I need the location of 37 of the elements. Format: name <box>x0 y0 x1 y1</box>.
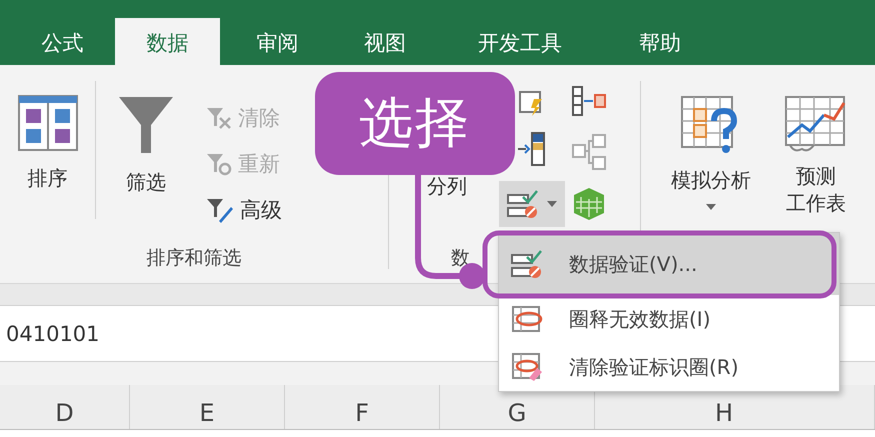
advanced-filter-button[interactable]: 高级 <box>206 187 282 233</box>
ribbon-tab[interactable]: 帮助 <box>605 18 715 65</box>
filter-button[interactable]: 筛选 <box>96 65 196 233</box>
dropdown-caret-icon <box>706 204 716 210</box>
data-validation-icon <box>511 249 543 279</box>
column-header[interactable]: E <box>130 385 285 429</box>
data-validation-button[interactable] <box>499 181 565 227</box>
menu-item[interactable]: 清除验证标识圈(R) <box>499 343 839 391</box>
funnel-icon <box>117 95 175 155</box>
ribbon-tab[interactable]: 公式 <box>10 18 115 65</box>
group-label: 排序和筛选 <box>146 246 242 271</box>
advanced-filter-icon <box>206 197 234 223</box>
clear-filter-icon <box>206 106 232 130</box>
caret-icon <box>547 201 557 207</box>
what-if-analysis-button[interactable]: 模拟分析 <box>651 65 771 233</box>
column-header[interactable]: F <box>285 385 440 429</box>
menu-item[interactable]: 数据验证(V)... <box>499 233 839 295</box>
sort-icon <box>18 95 78 151</box>
data-model-icon[interactable] <box>573 187 605 221</box>
callout-label: 选择 <box>315 72 515 175</box>
remove-duplicates-icon[interactable] <box>516 131 548 167</box>
ribbon-tab[interactable]: 审阅 <box>220 18 335 65</box>
menu-item[interactable]: 圈释无效数据(I) <box>499 295 839 343</box>
sort-button[interactable]: 排序 <box>0 65 95 233</box>
column-header[interactable]: D <box>0 385 130 429</box>
consolidate-icon[interactable] <box>571 85 607 117</box>
formula-bar-value: 0410101 <box>5 322 100 346</box>
ribbon-tab[interactable]: 开发工具 <box>435 18 605 65</box>
group-label: 数 <box>451 246 470 271</box>
ribbon-tab[interactable]: 视图 <box>335 18 435 65</box>
forecast-sheet-button[interactable]: 预测 工作表 <box>771 65 861 233</box>
data-validation-icon <box>507 189 539 219</box>
reapply-filter-icon <box>206 152 232 176</box>
text-to-columns-button[interactable]: 分列 <box>427 173 467 200</box>
clear-circles-icon <box>511 352 543 382</box>
circle-invalid-icon <box>511 305 543 333</box>
ribbon-tab[interactable]: 数据 <box>115 18 220 65</box>
